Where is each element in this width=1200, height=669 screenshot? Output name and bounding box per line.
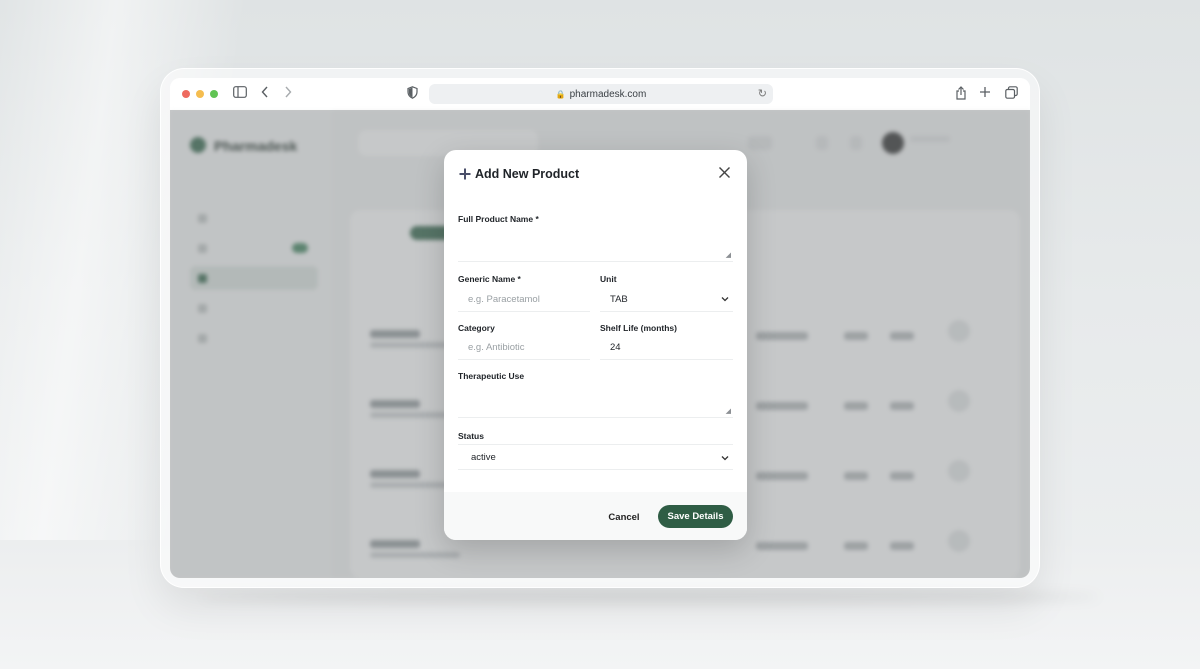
unit-value: TAB	[610, 294, 628, 305]
therapeutic-use-input[interactable]: ◢	[458, 386, 733, 418]
category-input[interactable]: e.g. Antibiotic	[458, 336, 590, 360]
unit-label: Unit	[600, 274, 617, 284]
status-label: Status	[458, 431, 484, 441]
minimize-window-button[interactable]	[196, 90, 204, 98]
chevron-down-icon	[721, 453, 729, 463]
resize-handle-icon[interactable]: ◢	[726, 252, 731, 259]
modal-header: Add New Product	[444, 150, 747, 200]
category-label: Category	[458, 323, 495, 333]
share-icon[interactable]	[955, 86, 967, 104]
generic-name-label: Generic Name *	[458, 274, 521, 284]
modal-footer: Cancel Save Details	[444, 492, 747, 540]
device-shadow	[200, 590, 1100, 604]
new-tab-icon[interactable]	[979, 86, 991, 102]
lock-icon: 🔒	[555, 89, 566, 99]
plus-icon	[459, 165, 471, 183]
chevron-down-icon	[721, 294, 729, 304]
therapeutic-use-label: Therapeutic Use	[458, 371, 525, 381]
sidebar-toggle-icon[interactable]	[233, 86, 247, 102]
status-value: active	[471, 451, 496, 463]
close-window-button[interactable]	[182, 90, 190, 98]
reload-icon[interactable]: ↻	[758, 87, 767, 100]
add-product-modal: Add New Product Full Product Name * ◢ Ge…	[444, 150, 747, 540]
shield-icon[interactable]	[407, 86, 418, 103]
modal-title: Add New Product	[475, 167, 580, 181]
maximize-window-button[interactable]	[210, 90, 218, 98]
full-product-name-input[interactable]: ◢	[458, 230, 733, 262]
close-icon[interactable]	[718, 164, 731, 182]
cancel-button[interactable]: Cancel	[602, 506, 646, 528]
window-controls	[182, 90, 218, 98]
back-icon[interactable]	[261, 86, 269, 102]
generic-name-input[interactable]: e.g. Paracetamol	[458, 288, 590, 312]
status-select[interactable]: active	[458, 444, 733, 470]
tabs-overview-icon[interactable]	[1005, 86, 1018, 103]
shelf-life-label: Shelf Life (months)	[600, 323, 677, 333]
unit-select[interactable]: TAB	[600, 288, 733, 312]
browser-titlebar: 🔒 pharmadesk.com ↻	[170, 78, 1030, 110]
url-text: pharmadesk.com	[569, 88, 647, 100]
save-details-button[interactable]: Save Details	[658, 505, 733, 528]
shelf-life-input[interactable]: 24	[600, 336, 733, 360]
address-bar[interactable]: 🔒 pharmadesk.com ↻	[429, 84, 773, 104]
forward-icon[interactable]	[284, 86, 292, 102]
full-product-name-label: Full Product Name *	[458, 214, 539, 224]
resize-handle-icon[interactable]: ◢	[726, 408, 731, 415]
